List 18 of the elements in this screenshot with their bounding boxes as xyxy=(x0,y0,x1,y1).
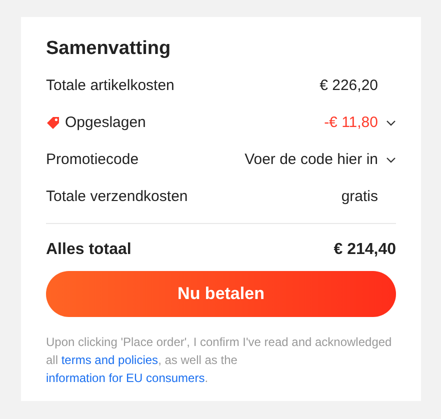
row-value: gratis xyxy=(341,188,378,205)
row-value: € 226,20 xyxy=(320,77,378,94)
chevron-icon[interactable] xyxy=(386,120,396,126)
chevron-icon[interactable] xyxy=(386,156,396,162)
row-label: Totale artikelkosten xyxy=(46,77,174,94)
row-label: Totale verzendkosten xyxy=(46,188,188,205)
total-label: Alles totaal xyxy=(46,241,132,259)
policy-link[interactable]: information for EU consumers xyxy=(46,371,205,385)
price-tag-icon xyxy=(46,116,60,130)
total-value: € 214,40 xyxy=(334,241,396,259)
pay-button[interactable]: Nu betalen xyxy=(46,271,396,317)
promo-code-dropdown[interactable]: Voer de code hier in xyxy=(244,151,378,168)
row-label: Opgeslagen xyxy=(65,114,146,131)
summary-title: Samenvatting xyxy=(46,37,172,61)
disclaimer-text: Upon clicking 'Place order', I confirm I've read and acknowledged all terms and policies, as well as the information for EU consumers. xyxy=(46,334,393,387)
policy-link[interactable]: terms and policies xyxy=(61,353,158,367)
row-value: -€ 11,80 xyxy=(324,114,378,131)
row-label: Promotiecode xyxy=(46,151,139,168)
